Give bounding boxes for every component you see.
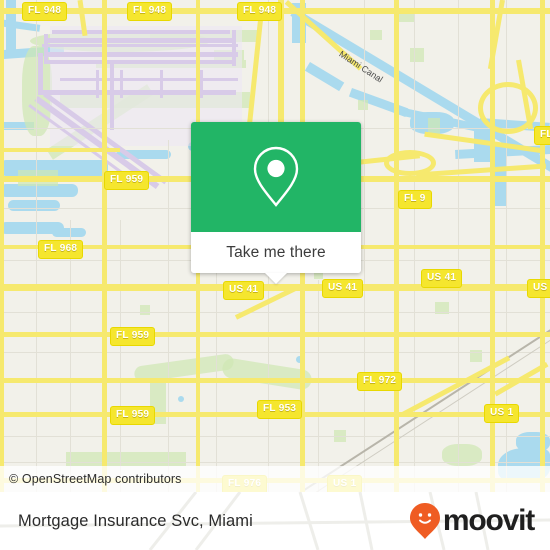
moovit-brand[interactable]: moovit bbox=[409, 502, 550, 540]
footer-bar: Mortgage Insurance Svc, Miami moovit bbox=[0, 492, 550, 550]
location-popup-card[interactable]: Take me there bbox=[191, 122, 361, 284]
attribution-text: © OpenStreetMap contributors bbox=[9, 472, 182, 486]
place-title: Mortgage Insurance Svc, Miami bbox=[18, 511, 253, 530]
moovit-smiley-pin-icon bbox=[409, 503, 440, 539]
popup-card-header bbox=[191, 122, 361, 232]
map-attribution-bar: © OpenStreetMap contributors bbox=[0, 466, 550, 492]
moovit-location-screenshot: FL 948 FL 948 FL 948 FL 959 FL 9 FL FL 968 US 4… bbox=[0, 0, 550, 550]
popup-card-pointer-tail bbox=[265, 273, 287, 284]
water-label: Miami Canal bbox=[337, 48, 385, 85]
moovit-wordmark: moovit bbox=[442, 504, 535, 537]
popup-card-cta[interactable]: Take me there bbox=[191, 232, 361, 284]
map-pin-icon bbox=[253, 146, 299, 207]
take-me-there-label: Take me there bbox=[226, 243, 326, 261]
